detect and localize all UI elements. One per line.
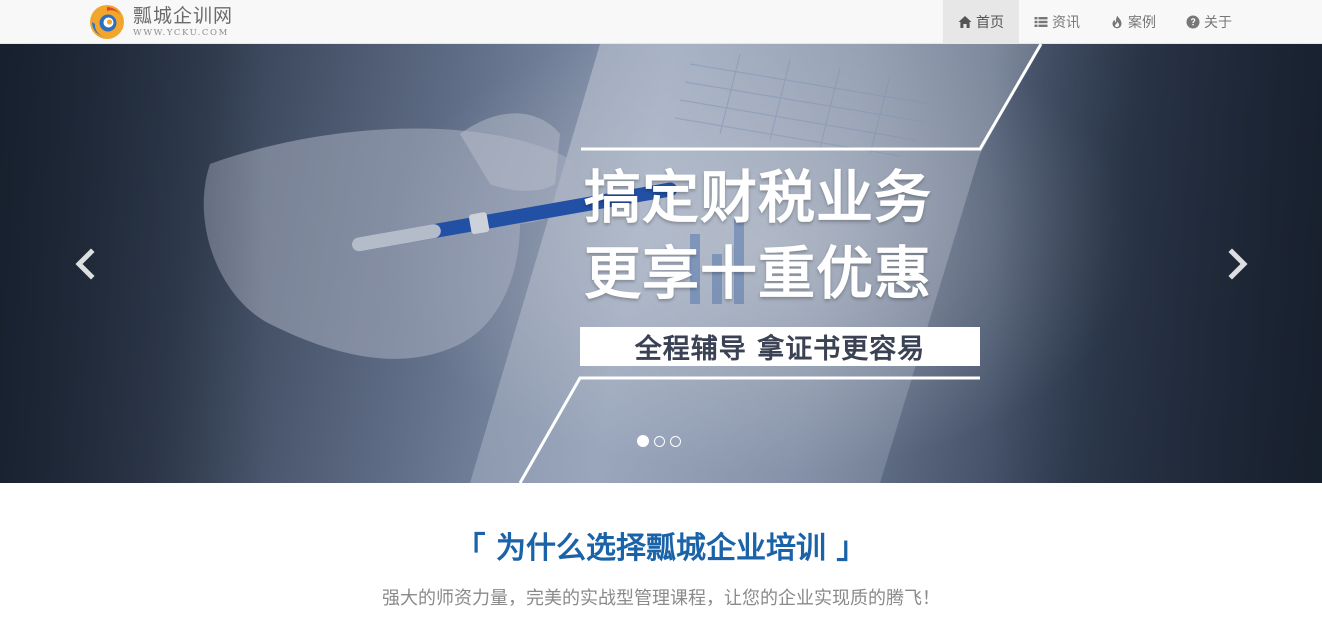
carousel-next-button[interactable]	[1217, 244, 1257, 284]
hero-subline: 全程辅导 拿证书更容易	[634, 334, 926, 365]
brand-logo-icon	[90, 5, 124, 39]
nav-item-news[interactable]: 资讯	[1019, 0, 1095, 43]
home-icon	[958, 15, 972, 29]
chevron-left-icon	[75, 248, 95, 280]
nav-item-label: 资讯	[1052, 14, 1080, 31]
question-circle-icon	[1186, 15, 1200, 29]
hero-subline-box: 全程辅导 拿证书更容易	[580, 327, 980, 366]
carousel-indicator-3[interactable]	[670, 435, 681, 447]
carousel-prev-button[interactable]	[66, 244, 106, 284]
chevron-right-icon	[1228, 248, 1248, 280]
fire-icon	[1110, 15, 1124, 29]
carousel-indicator-1[interactable]	[637, 435, 649, 447]
top-navbar: 瓢城企训网 WWW.YCKU.COM 首页 资讯 案例 关于	[0, 0, 1322, 44]
section-subtitle: 强大的师资力量，完美的实战型管理课程，让您的企业实现质的腾飞！	[382, 588, 940, 609]
main-nav: 首页 资讯 案例 关于	[943, 0, 1247, 43]
hero-carousel: 搞定财税业务 更享十重优惠 全程辅导 拿证书更容易	[0, 44, 1322, 483]
list-icon	[1034, 15, 1048, 29]
nav-item-about[interactable]: 关于	[1171, 0, 1247, 43]
nav-item-label: 案例	[1128, 14, 1156, 31]
carousel-indicator-2[interactable]	[654, 435, 665, 447]
nav-item-cases[interactable]: 案例	[1095, 0, 1171, 43]
brand-name: 瓢城企训网	[133, 4, 234, 27]
nav-item-label: 关于	[1204, 14, 1232, 31]
slide-caption: 搞定财税业务 更享十重优惠 全程辅导 拿证书更容易	[576, 147, 986, 387]
hero-headline-line2: 更享十重优惠	[584, 240, 932, 307]
nav-item-home[interactable]: 首页	[943, 0, 1019, 43]
carousel-indicators	[637, 435, 686, 447]
hero-headline-line1: 搞定财税业务	[584, 164, 932, 231]
brand-link[interactable]: 瓢城企训网 WWW.YCKU.COM	[89, 2, 233, 42]
section-title: 「 为什么选择瓢城企业培训 」	[455, 531, 867, 566]
brand-url: WWW.YCKU.COM	[133, 27, 229, 38]
nav-item-label: 首页	[976, 14, 1004, 31]
